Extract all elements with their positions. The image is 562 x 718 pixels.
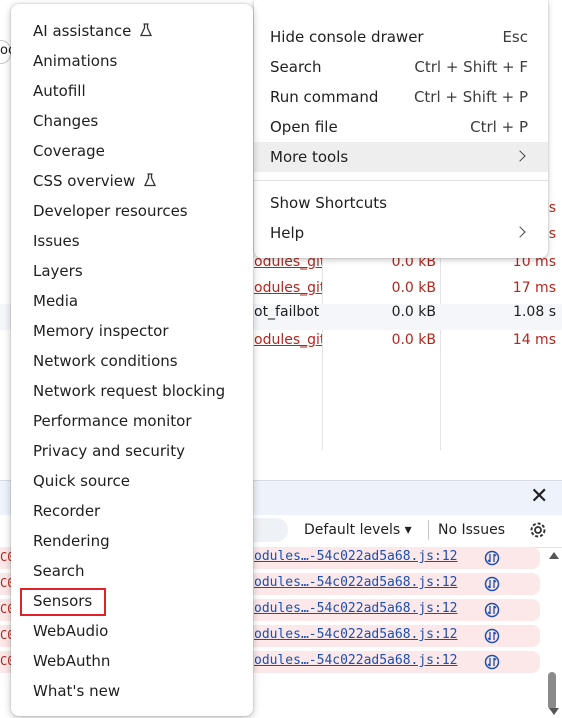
scroll-down-arrow-icon[interactable] — [549, 708, 559, 715]
submenu-item-changes[interactable]: Changes — [11, 106, 253, 136]
menu-item-hide-console-drawer[interactable]: Hide console drawer Esc — [254, 22, 548, 52]
request-name[interactable]: ot_failbot — [254, 304, 322, 320]
submenu-item-label: Rendering — [33, 532, 110, 550]
source-link[interactable]: odules…-54c022ad5a68.js:12 — [254, 601, 458, 616]
submenu-item-performance-monitor[interactable]: Performance monitor — [11, 406, 253, 436]
submenu-item-label: Network conditions — [33, 352, 178, 370]
submenu-item-label: Performance monitor — [33, 412, 192, 430]
submenu-item-label: Search — [33, 562, 85, 580]
submenu-item-label: Developer resources — [33, 202, 188, 220]
network-request-icon[interactable] — [484, 654, 500, 670]
submenu-item-animations[interactable]: Animations — [11, 46, 253, 76]
menu-separator — [254, 180, 548, 181]
submenu-item-label: Autofill — [33, 82, 86, 100]
menu-item-label: Run command — [270, 88, 379, 106]
submenu-item-quick-source[interactable]: Quick source — [11, 466, 253, 496]
submenu-item-label: What's new — [33, 682, 121, 700]
scrollbar-thumb[interactable] — [548, 672, 556, 710]
chevron-right-icon — [514, 150, 526, 162]
menu-item-label: Show Shortcuts — [270, 194, 387, 212]
submenu-item-label: WebAuthn — [33, 652, 111, 670]
default-levels-dropdown[interactable]: Default levels ▾ — [304, 522, 412, 538]
submenu-item-label: Changes — [33, 112, 99, 130]
submenu-item-label: Recorder — [33, 502, 101, 520]
request-size: 0.0 kB — [391, 332, 436, 348]
menu-item-label: Help — [270, 224, 305, 242]
request-time: 14 ms — [512, 332, 556, 348]
source-link[interactable]: odules…-54c022ad5a68.js:12 — [254, 627, 458, 642]
submenu-item-memory-inspector[interactable]: Memory inspector — [11, 316, 253, 346]
submenu-item-whats-new[interactable]: What's new — [11, 676, 253, 706]
network-request-icon[interactable] — [484, 576, 500, 592]
network-request-icon[interactable] — [484, 602, 500, 618]
toolbar-divider — [428, 520, 429, 540]
source-link[interactable]: odules…-54c022ad5a68.js:12 — [254, 575, 458, 590]
scroll-up-arrow-icon[interactable] — [549, 552, 559, 559]
submenu-item-label: WebAudio — [33, 622, 109, 640]
gear-icon[interactable] — [528, 520, 548, 540]
issues-counter[interactable]: No Issues — [438, 522, 505, 538]
submenu-item-autofill[interactable]: Autofill — [11, 76, 253, 106]
submenu-item-webaudio[interactable]: WebAudio — [11, 616, 253, 646]
submenu-item-label: Layers — [33, 262, 83, 280]
menu-item-label: Hide console drawer — [270, 28, 424, 46]
submenu-item-privacy-and-security[interactable]: Privacy and security — [11, 436, 253, 466]
submenu-item-search[interactable]: Search — [11, 556, 253, 586]
menu-item-run-command[interactable]: Run command Ctrl + Shift + P — [254, 82, 548, 112]
submenu-item-coverage[interactable]: Coverage — [11, 136, 253, 166]
menu-item-label: Open file — [270, 118, 338, 136]
request-time: 1.08 s — [513, 304, 556, 320]
request-size: 0.0 kB — [391, 280, 436, 296]
submenu-item-label: Animations — [33, 52, 118, 70]
submenu-item-rendering[interactable]: Rendering — [11, 526, 253, 556]
menu-item-shortcut: Esc — [502, 28, 528, 46]
submenu-item-label: Coverage — [33, 142, 105, 160]
submenu-item-css-overview[interactable]: CSS overview — [11, 166, 253, 196]
submenu-item-layers[interactable]: Layers — [11, 256, 253, 286]
submenu-item-network-conditions[interactable]: Network conditions — [11, 346, 253, 376]
source-link[interactable]: odules…-54c022ad5a68.js:12 — [254, 653, 458, 668]
submenu-item-network-request-blocking[interactable]: Network request blocking — [11, 376, 253, 406]
request-time: 17 ms — [512, 280, 556, 296]
request-size: 0.0 kB — [391, 304, 436, 320]
menu-item-help[interactable]: Help — [254, 218, 548, 248]
request-name[interactable]: odules_git — [254, 280, 322, 296]
devtools-main-menu: Hide console drawer Esc Search Ctrl + Sh… — [254, 0, 548, 258]
more-tools-submenu: AI assistance Animations Autofill Change… — [11, 4, 253, 716]
network-request-icon[interactable] — [484, 628, 500, 644]
flask-icon — [144, 173, 157, 187]
network-request-icon[interactable] — [484, 550, 500, 566]
source-link[interactable]: odules…-54c022ad5a68.js:12 — [254, 549, 458, 564]
submenu-item-ai-assistance[interactable]: AI assistance — [11, 16, 253, 46]
menu-item-label: More tools — [270, 148, 349, 166]
submenu-item-issues[interactable]: Issues — [11, 226, 253, 256]
menu-item-open-file[interactable]: Open file Ctrl + P — [254, 112, 548, 142]
submenu-item-developer-resources[interactable]: Developer resources — [11, 196, 253, 226]
menu-item-shortcut: Ctrl + P — [470, 118, 528, 136]
submenu-item-label: Media — [33, 292, 79, 310]
chevron-right-icon — [514, 226, 526, 238]
request-name[interactable]: odules_git — [254, 332, 322, 348]
submenu-item-label: AI assistance — [33, 22, 132, 40]
submenu-item-media[interactable]: Media — [11, 286, 253, 316]
menu-item-search[interactable]: Search Ctrl + Shift + F — [254, 52, 548, 82]
menu-item-shortcut: Ctrl + Shift + P — [413, 88, 528, 106]
submenu-item-label: Network request blocking — [33, 382, 226, 400]
submenu-item-label: Privacy and security — [33, 442, 185, 460]
menu-item-label: Search — [270, 58, 322, 76]
menu-item-more-tools[interactable]: More tools — [254, 142, 548, 172]
submenu-item-recorder[interactable]: Recorder — [11, 496, 253, 526]
close-drawer-icon[interactable]: ✕ — [530, 486, 548, 508]
menu-item-shortcut: Ctrl + Shift + F — [414, 58, 528, 76]
menu-item-show-shortcuts[interactable]: Show Shortcuts — [254, 188, 548, 218]
submenu-item-label: Quick source — [33, 472, 130, 490]
sensors-highlight-box — [20, 588, 106, 616]
submenu-item-label: CSS overview — [33, 172, 136, 190]
flask-icon — [140, 23, 153, 37]
submenu-item-label: Issues — [33, 232, 80, 250]
submenu-item-label: Memory inspector — [33, 322, 169, 340]
submenu-item-webauthn[interactable]: WebAuthn — [11, 646, 253, 676]
